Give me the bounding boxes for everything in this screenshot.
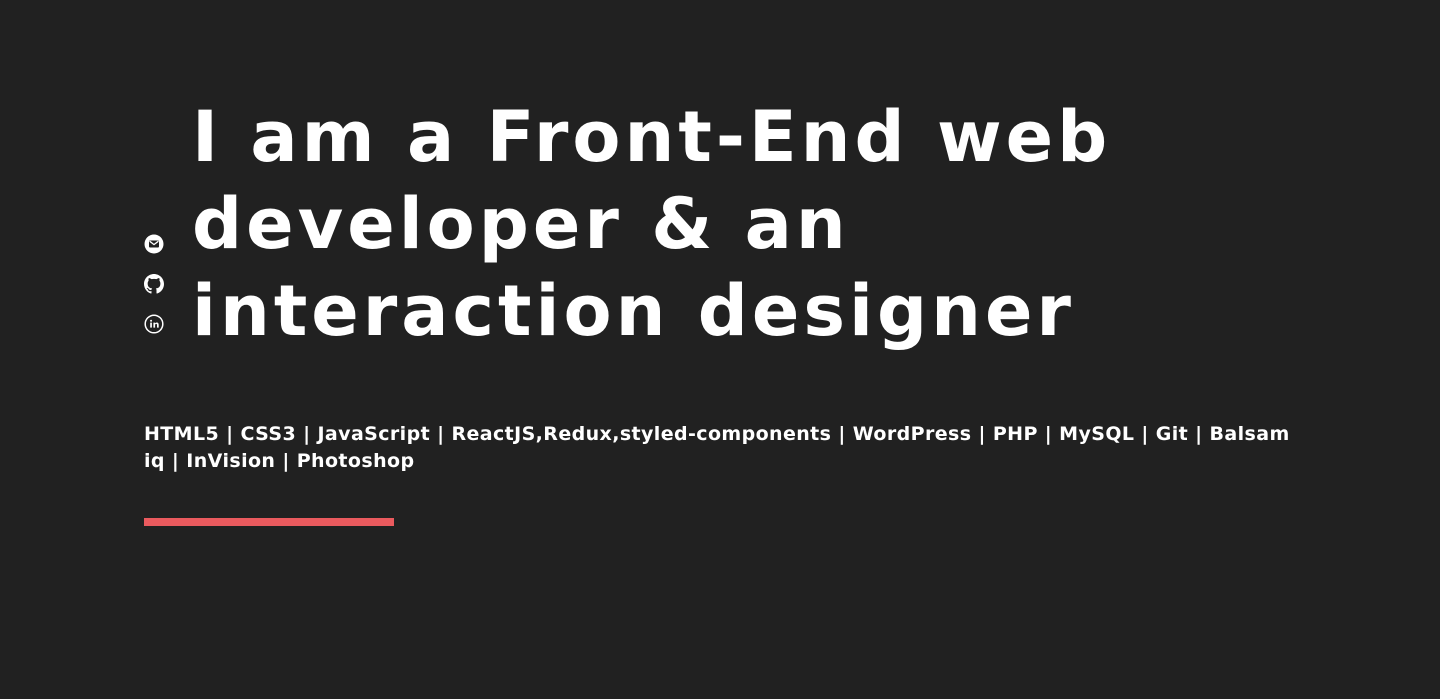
- hero-headline: I am a Front-End web developer & an inte…: [192, 96, 1112, 352]
- linkedin-link[interactable]: [144, 314, 164, 334]
- accent-divider: [144, 518, 394, 526]
- skills-list: HTML5 | CSS3 | JavaScript | ReactJS,Redu…: [144, 423, 1290, 472]
- github-icon: [144, 274, 164, 294]
- linkedin-icon: [144, 314, 164, 334]
- social-links: [144, 234, 164, 334]
- envelope-icon: [144, 234, 164, 254]
- github-link[interactable]: [144, 274, 164, 294]
- email-link[interactable]: [144, 234, 164, 254]
- hero-section: I am a Front-End web developer & an inte…: [0, 0, 1440, 699]
